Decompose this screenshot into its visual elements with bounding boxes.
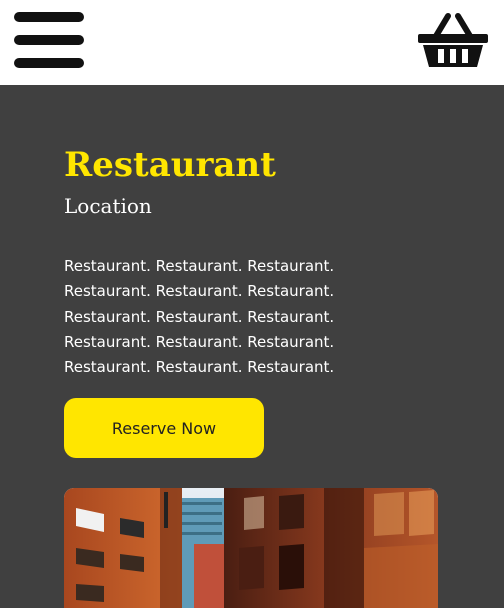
shopping-basket-icon[interactable]: [418, 12, 488, 68]
restaurant-description: Restaurant. Restaurant. Restaurant. Rest…: [64, 257, 335, 377]
reserve-now-button[interactable]: Reserve Now: [64, 398, 264, 458]
location-subtitle: Location: [64, 194, 152, 218]
hamburger-menu-icon[interactable]: [14, 12, 84, 68]
hero-section: Restaurant Location Restaurant. Restaura…: [0, 85, 504, 608]
restaurant-photo: [64, 488, 438, 608]
page-title: Restaurant: [64, 145, 276, 185]
top-navigation-bar: [0, 0, 504, 85]
